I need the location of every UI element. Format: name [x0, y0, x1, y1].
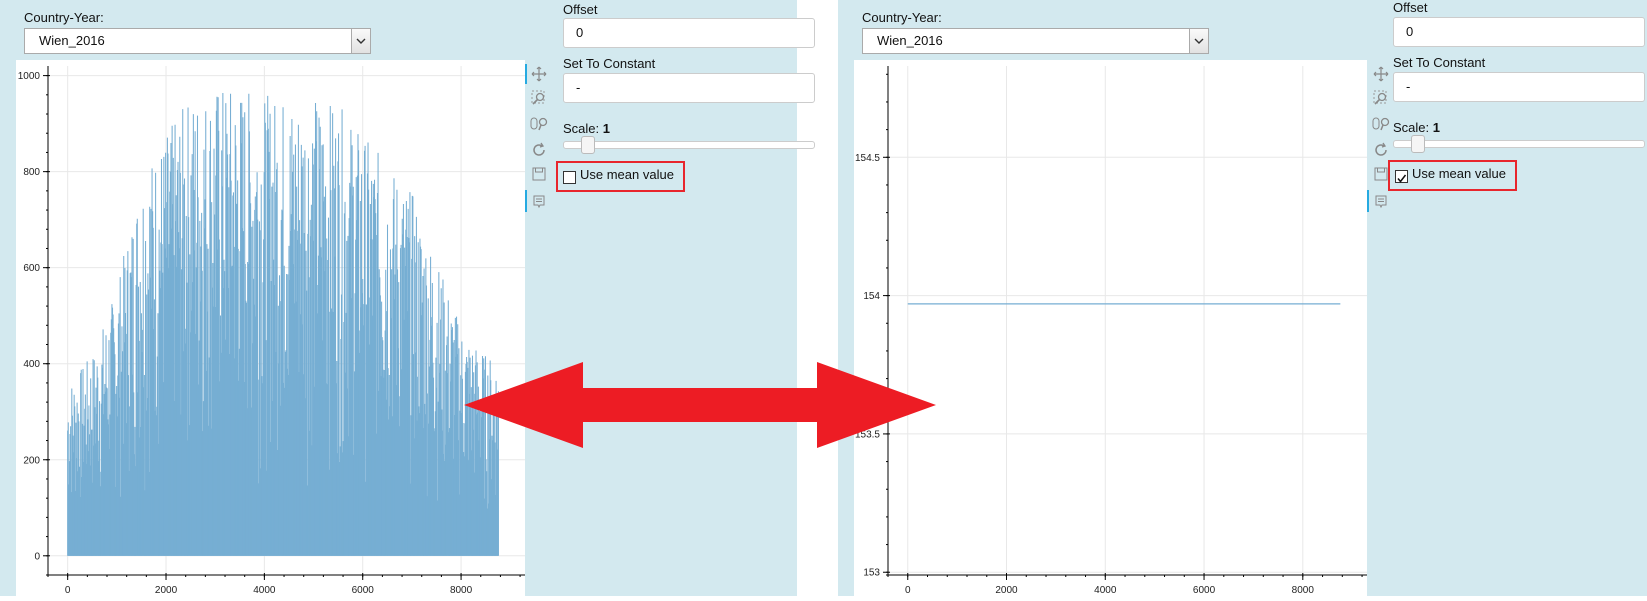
x-tick-label: 8000: [1292, 585, 1315, 596]
offset-label: Offset: [1393, 0, 1428, 15]
y-tick-label: 400: [23, 359, 40, 370]
active-indicator: [525, 190, 527, 212]
active-indicator: [525, 64, 527, 84]
wheel-zoom-icon[interactable]: [1371, 114, 1391, 134]
y-tick-label: 153.5: [855, 429, 880, 440]
country-year-label: Country-Year:: [862, 10, 942, 25]
y-tick-label: 800: [23, 167, 40, 178]
wheel-zoom-icon[interactable]: [529, 114, 549, 134]
left-panel: Country-Year: Wien_2016 0 200 400 600 800 100…: [0, 0, 815, 596]
country-year-value: Wien_2016: [39, 33, 105, 48]
scale-slider-handle[interactable]: [1411, 135, 1425, 153]
offset-input[interactable]: 0: [1393, 17, 1645, 47]
y-tick-label: 0: [34, 551, 40, 562]
country-year-value: Wien_2016: [877, 33, 943, 48]
constant-label: Set To Constant: [563, 56, 656, 71]
right-panel: Country-Year: Wien_2016 153 153.5 154 154.5…: [838, 0, 1647, 596]
y-tick-label: 200: [23, 455, 40, 466]
y-tick-label: 153: [863, 568, 880, 579]
offset-input[interactable]: 0: [563, 18, 815, 48]
mean-value-checkbox[interactable]: [563, 171, 576, 184]
country-year-label: Country-Year:: [24, 10, 104, 25]
country-year-select[interactable]: Wien_2016: [862, 28, 1209, 54]
mean-value-label: Use mean value: [580, 167, 674, 182]
hover-icon[interactable]: [1371, 192, 1391, 212]
plot-toolbar: [1367, 60, 1395, 596]
scale-slider[interactable]: [1393, 140, 1645, 148]
plot-area[interactable]: 0 200 400 600 800 1000 0 2000 4000 6000 8000: [16, 60, 525, 596]
scale-label: Scale: 1: [563, 121, 610, 136]
scale-label: Scale: 1: [1393, 120, 1440, 135]
offset-label: Offset: [563, 2, 598, 17]
scale-value: 1: [1432, 120, 1440, 135]
x-tick-label: 0: [65, 585, 71, 596]
bar-chart: 0 200 400 600 800 1000 0 2000 4000 6000 8000: [18, 66, 525, 596]
country-year-select[interactable]: Wien_2016: [24, 28, 371, 54]
constant-input[interactable]: -: [1393, 72, 1645, 102]
checkmark-icon: [1397, 174, 1407, 183]
chevron-down-icon[interactable]: [351, 29, 370, 53]
x-tick-label: 0: [905, 585, 911, 596]
y-tick-label: 600: [23, 263, 40, 274]
chevron-down-icon[interactable]: [1189, 29, 1208, 53]
x-tick-label: 6000: [1193, 585, 1216, 596]
box-zoom-icon[interactable]: [1371, 88, 1391, 108]
plot-area[interactable]: 153 153.5 154 154.5 0 2000 4000 6000 8000: [854, 60, 1367, 596]
data-series: [67, 93, 499, 556]
pan-icon[interactable]: [1371, 64, 1391, 84]
constant-label: Set To Constant: [1393, 55, 1486, 70]
hover-icon[interactable]: [529, 192, 549, 212]
scale-slider-handle[interactable]: [581, 136, 595, 154]
box-zoom-icon[interactable]: [529, 88, 549, 108]
x-tick-label: 2000: [155, 585, 178, 596]
y-tick-label: 154: [863, 291, 880, 302]
pan-icon[interactable]: [529, 64, 549, 84]
x-tick-label: 2000: [995, 585, 1018, 596]
scale-slider[interactable]: [563, 141, 815, 149]
x-tick-label: 4000: [253, 585, 276, 596]
x-tick-label: 6000: [352, 585, 375, 596]
y-tick-label: 154.5: [855, 153, 880, 164]
reset-icon[interactable]: [1371, 140, 1391, 160]
reset-icon[interactable]: [529, 140, 549, 160]
mean-value-checkbox[interactable]: [1395, 170, 1408, 183]
active-indicator: [1367, 190, 1369, 212]
line-chart: 153 153.5 154 154.5 0 2000 4000 6000 8000: [855, 66, 1367, 596]
plot-toolbar: [525, 60, 553, 596]
constant-input[interactable]: -: [563, 73, 815, 103]
mean-value-label: Use mean value: [1412, 166, 1506, 181]
y-tick-label: 1000: [18, 71, 41, 82]
x-tick-label: 4000: [1094, 585, 1117, 596]
x-tick-label: 8000: [450, 585, 473, 596]
scale-value: 1: [602, 121, 610, 136]
save-icon[interactable]: [529, 164, 549, 184]
